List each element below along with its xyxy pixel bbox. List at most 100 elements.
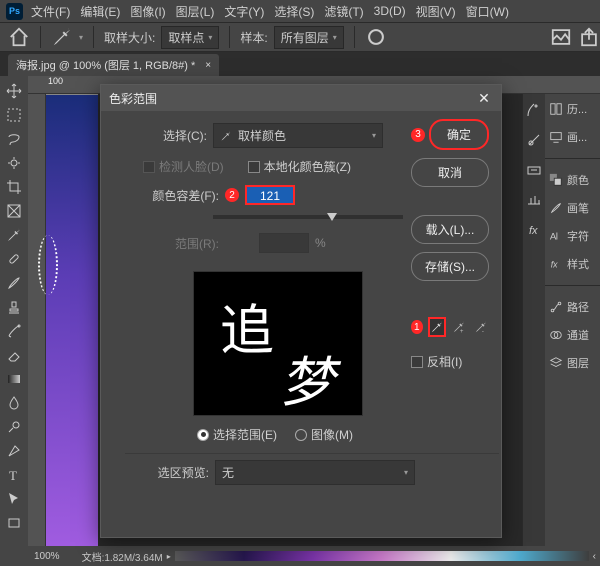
document-tabbar: 海报.jpg @ 100% (图层 1, RGB/8#) * × (0, 52, 600, 76)
range-input (259, 233, 309, 253)
menu-image[interactable]: 图像(I) (130, 3, 165, 20)
select-label: 选择(C): (137, 127, 207, 144)
dialog-titlebar[interactable]: 色彩范围 ✕ (101, 85, 501, 111)
panel-color[interactable]: 颜色 (545, 169, 600, 191)
path-select-tool[interactable] (3, 488, 25, 510)
svg-text:fx: fx (551, 260, 558, 270)
history-brush-tool[interactable] (3, 320, 25, 342)
eraser-tool[interactable] (3, 344, 25, 366)
svg-text:+: + (460, 328, 464, 334)
type-tool[interactable]: T (3, 464, 25, 486)
quick-select-tool[interactable] (3, 152, 25, 174)
eyedropper-subtract[interactable]: - (472, 317, 489, 337)
panel-character[interactable]: A字符 (545, 225, 600, 247)
blur-tool[interactable] (3, 392, 25, 414)
rectangle-tool[interactable] (3, 512, 25, 534)
eyedropper-tool[interactable] (3, 224, 25, 246)
stamp-tool[interactable] (3, 296, 25, 318)
move-tool[interactable] (3, 80, 25, 102)
panel-channel[interactable]: 通道 (545, 324, 600, 346)
localized-label: 本地化颜色簇(Z) (264, 158, 351, 175)
menu-bar: Ps 文件(F) 编辑(E) 图像(I) 图层(L) 文字(Y) 选择(S) 滤… (0, 0, 600, 22)
annotation-3: 3 (411, 128, 425, 142)
dialog-title: 色彩范围 (109, 90, 157, 107)
select-dropdown[interactable]: 取样颜色 ▾ (213, 123, 383, 148)
annotation-1: 1 (411, 320, 423, 334)
range-label: 范围(R): (137, 235, 219, 252)
radio-image[interactable] (295, 429, 307, 441)
sample-size-label: 取样大小: (104, 29, 155, 46)
zoom-level: 100% (34, 551, 60, 562)
brush-tool[interactable] (3, 272, 25, 294)
dodge-tool[interactable] (3, 416, 25, 438)
invert-checkbox[interactable] (411, 356, 423, 368)
ps-logo: Ps (6, 3, 23, 20)
fuzziness-slider[interactable] (213, 215, 403, 219)
sample-ring-icon[interactable] (365, 26, 387, 48)
menu-3d[interactable]: 3D(D) (374, 4, 406, 18)
preview-label: 选区预览: (137, 464, 209, 481)
gradient-preview (175, 551, 589, 561)
panel-icon-5[interactable]: fx (526, 222, 542, 238)
eyedropper-sample[interactable] (428, 317, 446, 337)
panel-icon-3[interactable] (526, 162, 542, 178)
thumbnail-icon[interactable] (550, 26, 572, 48)
panel-style[interactable]: fx样式 (545, 253, 600, 275)
panel-icon-2[interactable] (526, 132, 542, 148)
canvas[interactable] (46, 94, 98, 546)
panel-icon-1[interactable] (526, 102, 542, 118)
preview-dropdown[interactable]: 无 ▾ (215, 460, 415, 485)
menu-type[interactable]: 文字(Y) (224, 3, 264, 20)
eyedropper-tool-icon[interactable] (51, 26, 73, 48)
fuzziness-label: 颜色容差(F): (137, 187, 219, 204)
menu-select[interactable]: 选择(S) (274, 3, 314, 20)
pen-tool[interactable] (3, 440, 25, 462)
marquee-tool[interactable] (3, 104, 25, 126)
radio-selection[interactable] (197, 429, 209, 441)
menu-edit[interactable]: 编辑(E) (80, 3, 120, 20)
right-panel: fx 历... 画... 颜色 画笔 A字符 fx样式 路径 通道 图层 (522, 94, 600, 546)
share-icon[interactable] (578, 26, 600, 48)
panel-icon-4[interactable] (526, 192, 542, 208)
svg-text:-: - (482, 328, 484, 334)
close-icon[interactable]: ✕ (475, 89, 493, 107)
percent-label: % (315, 236, 326, 250)
radio-image-label: 图像(M) (311, 426, 353, 443)
localized-checkbox[interactable] (248, 161, 260, 173)
options-bar: ▾ 取样大小: 取样点▾ 样本: 所有图层▾ (0, 22, 600, 52)
detect-faces-checkbox (143, 161, 155, 173)
panel-history[interactable]: 历... (545, 98, 600, 120)
panel-brush[interactable]: 画笔 (545, 197, 600, 219)
slider-thumb[interactable] (327, 213, 337, 221)
menu-filter[interactable]: 滤镜(T) (324, 3, 363, 20)
menu-layer[interactable]: 图层(L) (176, 3, 215, 20)
menu-window[interactable]: 窗口(W) (466, 3, 509, 20)
menu-file[interactable]: 文件(F) (31, 3, 70, 20)
cancel-button[interactable]: 取消 (411, 158, 489, 187)
sample-size-dropdown[interactable]: 取样点▾ (161, 26, 219, 49)
document-tab[interactable]: 海报.jpg @ 100% (图层 1, RGB/8#) * × (8, 54, 219, 76)
chevron-left-icon[interactable]: ‹ (593, 551, 596, 562)
lasso-tool[interactable] (3, 128, 25, 150)
panel-canvas[interactable]: 画... (545, 126, 600, 148)
panel-path[interactable]: 路径 (545, 296, 600, 318)
sample-dropdown[interactable]: 所有图层▾ (274, 26, 344, 49)
home-icon[interactable] (8, 26, 30, 48)
crop-tool[interactable] (3, 176, 25, 198)
eyedropper-add[interactable]: + (451, 317, 468, 337)
healing-tool[interactable] (3, 248, 25, 270)
preview-image: 追 梦 (193, 271, 363, 416)
frame-tool[interactable] (3, 200, 25, 222)
status-bar: 100% 文档:1.82M/3.64M ▸ ‹ (28, 546, 600, 566)
menu-view[interactable]: 视图(V) (416, 3, 456, 20)
tool-palette: T (0, 76, 28, 566)
radio-selection-label: 选择范围(E) (213, 426, 277, 443)
ok-button[interactable]: 确定 (429, 119, 489, 150)
sample-label: 样本: (240, 29, 267, 46)
panel-layers[interactable]: 图层 (545, 352, 600, 374)
gradient-tool[interactable] (3, 368, 25, 390)
save-button[interactable]: 存储(S)... (411, 252, 489, 281)
load-button[interactable]: 载入(L)... (411, 215, 489, 244)
fuzziness-input[interactable]: 121 (245, 185, 295, 205)
eyedropper-icon (220, 130, 232, 142)
